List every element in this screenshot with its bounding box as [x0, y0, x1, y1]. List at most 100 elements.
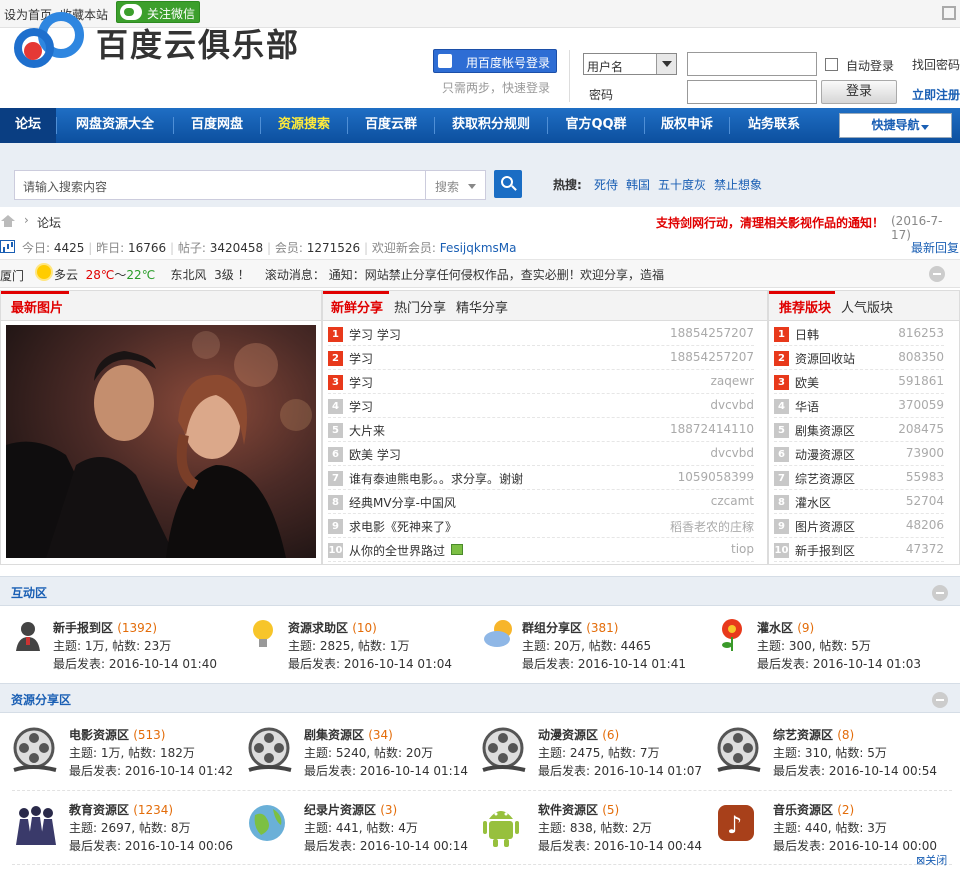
- forum-name-link[interactable]: 灌水区 (9): [757, 619, 814, 636]
- thread-author-link[interactable]: 稻香老农的庄稼: [670, 518, 754, 535]
- collapse-icon[interactable]: [932, 585, 948, 601]
- register-link[interactable]: 立即注册: [912, 86, 960, 103]
- stats-chart-icon: [0, 240, 15, 253]
- notice-link[interactable]: 支持剑网行动，清理相关影视作品的通知！: [656, 214, 884, 231]
- thread-author-link[interactable]: tiop: [731, 542, 754, 556]
- forum-name-link[interactable]: 剧集资源区 (34): [304, 726, 393, 743]
- list-item: 3 欧美 591861: [774, 370, 944, 394]
- login-button[interactable]: 登录: [821, 80, 897, 104]
- rank-badge: 3: [774, 375, 789, 390]
- svg-text:♪: ♪: [727, 811, 742, 839]
- nav-points-rules[interactable]: 获取积分规则: [435, 108, 547, 143]
- board-link[interactable]: 华语: [795, 398, 819, 415]
- maximize-icon[interactable]: [942, 6, 956, 20]
- nav-disk-resources[interactable]: 网盘资源大全: [57, 108, 173, 143]
- hot-search-link[interactable]: 禁止想象: [714, 176, 762, 193]
- tab-recommended-boards[interactable]: 推荐版块: [779, 297, 831, 316]
- user-icon: [14, 617, 52, 655]
- forum-name-link[interactable]: 动漫资源区 (6): [538, 726, 619, 743]
- forum-name-link[interactable]: 纪录片资源区 (3): [304, 801, 397, 818]
- thread-author-link[interactable]: 1059058399: [678, 470, 754, 484]
- list-item: 5 剧集资源区 208475: [774, 418, 944, 442]
- board-count: 73900: [905, 446, 944, 460]
- tab-essence-share[interactable]: 精华分享: [456, 297, 508, 316]
- board-link[interactable]: 新手报到区: [795, 542, 855, 559]
- thread-title-link[interactable]: 从你的全世界路过: [349, 542, 445, 559]
- site-logo[interactable]: 百度云俱乐部: [14, 12, 314, 68]
- thread-author-link[interactable]: zaqewr: [711, 374, 754, 388]
- tab-popular-boards[interactable]: 人气版块: [841, 297, 893, 316]
- new-member-link[interactable]: FesijqkmsMa: [440, 241, 517, 255]
- baidu-login-button[interactable]: 用百度帐号登录: [433, 49, 557, 73]
- forum-name-link[interactable]: 新手报到区 (1392): [53, 619, 157, 636]
- forum-last-post: 最后发表: 2016-10-14 01:07: [538, 764, 702, 778]
- board-link[interactable]: 灌水区: [795, 494, 831, 511]
- board-link[interactable]: 剧集资源区: [795, 422, 855, 439]
- nav-resource-search[interactable]: 资源搜索: [261, 108, 347, 143]
- collapse-icon[interactable]: [932, 692, 948, 708]
- search-type-select[interactable]: 搜索: [426, 170, 486, 200]
- android-icon: [481, 801, 529, 849]
- close-link[interactable]: ⊠关闭: [916, 852, 947, 868]
- hot-search-link[interactable]: 韩国: [626, 176, 650, 193]
- rank-badge: 4: [328, 399, 343, 414]
- nav-copyright[interactable]: 版权申诉: [645, 108, 729, 143]
- thread-title-link[interactable]: 谁有泰迪熊电影。。求分享。谢谢: [349, 470, 523, 487]
- forum-name-link[interactable]: 教育资源区 (1234): [69, 801, 173, 818]
- find-password-link[interactable]: 找回密码: [912, 56, 960, 73]
- rank-badge: 4: [774, 399, 789, 414]
- tab-hot-share[interactable]: 热门分享: [394, 297, 446, 316]
- featured-photo[interactable]: [6, 325, 316, 558]
- nav-forum[interactable]: 论坛: [0, 108, 56, 143]
- thread-title-link[interactable]: 学习: [349, 350, 373, 367]
- thread-title-link[interactable]: 学习: [349, 398, 373, 415]
- login-type-select[interactable]: 用户名: [583, 53, 677, 75]
- password-input[interactable]: [687, 80, 817, 104]
- username-input[interactable]: [687, 52, 817, 76]
- list-item: 1 日韩 816253: [774, 322, 944, 346]
- thread-title-link[interactable]: 学习: [349, 374, 373, 391]
- thread-author-link[interactable]: 18872414110: [670, 422, 754, 436]
- search-input[interactable]: 请输入搜索内容: [14, 170, 426, 200]
- interact-section-header: 互动区: [0, 576, 960, 606]
- board-link[interactable]: 资源回收站: [795, 350, 855, 367]
- forum-name-link[interactable]: 电影资源区 (513): [69, 726, 165, 743]
- forum-name-link[interactable]: 群组分享区 (381): [522, 619, 618, 636]
- breadcrumb[interactable]: 论坛: [37, 214, 61, 231]
- thread-title-link[interactable]: 欧美 学习: [349, 446, 401, 463]
- board-link[interactable]: 欧美: [795, 374, 819, 391]
- thread-author-link[interactable]: czcamt: [711, 494, 754, 508]
- nav-baidu-pan[interactable]: 百度网盘: [174, 108, 260, 143]
- nav-contact[interactable]: 站务联系: [730, 108, 818, 143]
- latest-replies-link[interactable]: 最新回复: [911, 239, 959, 256]
- thread-title-link[interactable]: 学习 学习: [349, 326, 401, 343]
- nav-baidu-groups[interactable]: 百度云群: [348, 108, 434, 143]
- forum-name-link[interactable]: 综艺资源区 (8): [773, 726, 854, 743]
- nav-qq-group[interactable]: 官方QQ群: [548, 108, 644, 143]
- tab-latest-pictures[interactable]: 最新图片: [11, 297, 63, 316]
- collapse-icon[interactable]: [929, 266, 945, 282]
- search-button[interactable]: [494, 170, 522, 198]
- forum-last-post: 最后发表: 2016-10-14 00:44: [538, 839, 702, 853]
- thread-author-link[interactable]: 18854257207: [670, 350, 754, 364]
- thread-title-link[interactable]: 求电影《死神来了》: [349, 518, 457, 535]
- home-icon[interactable]: [1, 215, 15, 227]
- forum-name-link[interactable]: 软件资源区 (5): [538, 801, 619, 818]
- board-link[interactable]: 图片资源区: [795, 518, 855, 535]
- board-link[interactable]: 动漫资源区: [795, 446, 855, 463]
- board-link[interactable]: 日韩: [795, 326, 819, 343]
- thread-author-link[interactable]: dvcvbd: [710, 398, 754, 412]
- forum-name-link[interactable]: 音乐资源区 (2): [773, 801, 854, 818]
- quick-nav-dropdown[interactable]: 快捷导航: [839, 113, 952, 138]
- hot-search-link[interactable]: 五十度灰: [658, 176, 706, 193]
- thread-author-link[interactable]: 18854257207: [670, 326, 754, 340]
- thread-title-link[interactable]: 大片来: [349, 422, 385, 439]
- forum-stats: 主题: 310, 帖数: 5万: [773, 746, 887, 760]
- forum-name-link[interactable]: 资源求助区 (10): [288, 619, 377, 636]
- thread-title-link[interactable]: 经典MV分享-中国风: [349, 494, 456, 511]
- tab-fresh-share[interactable]: 新鲜分享: [331, 297, 383, 316]
- hot-search-link[interactable]: 死侍: [594, 176, 618, 193]
- auto-login-checkbox[interactable]: [825, 58, 838, 71]
- board-link[interactable]: 综艺资源区: [795, 470, 855, 487]
- thread-author-link[interactable]: dvcvbd: [710, 446, 754, 460]
